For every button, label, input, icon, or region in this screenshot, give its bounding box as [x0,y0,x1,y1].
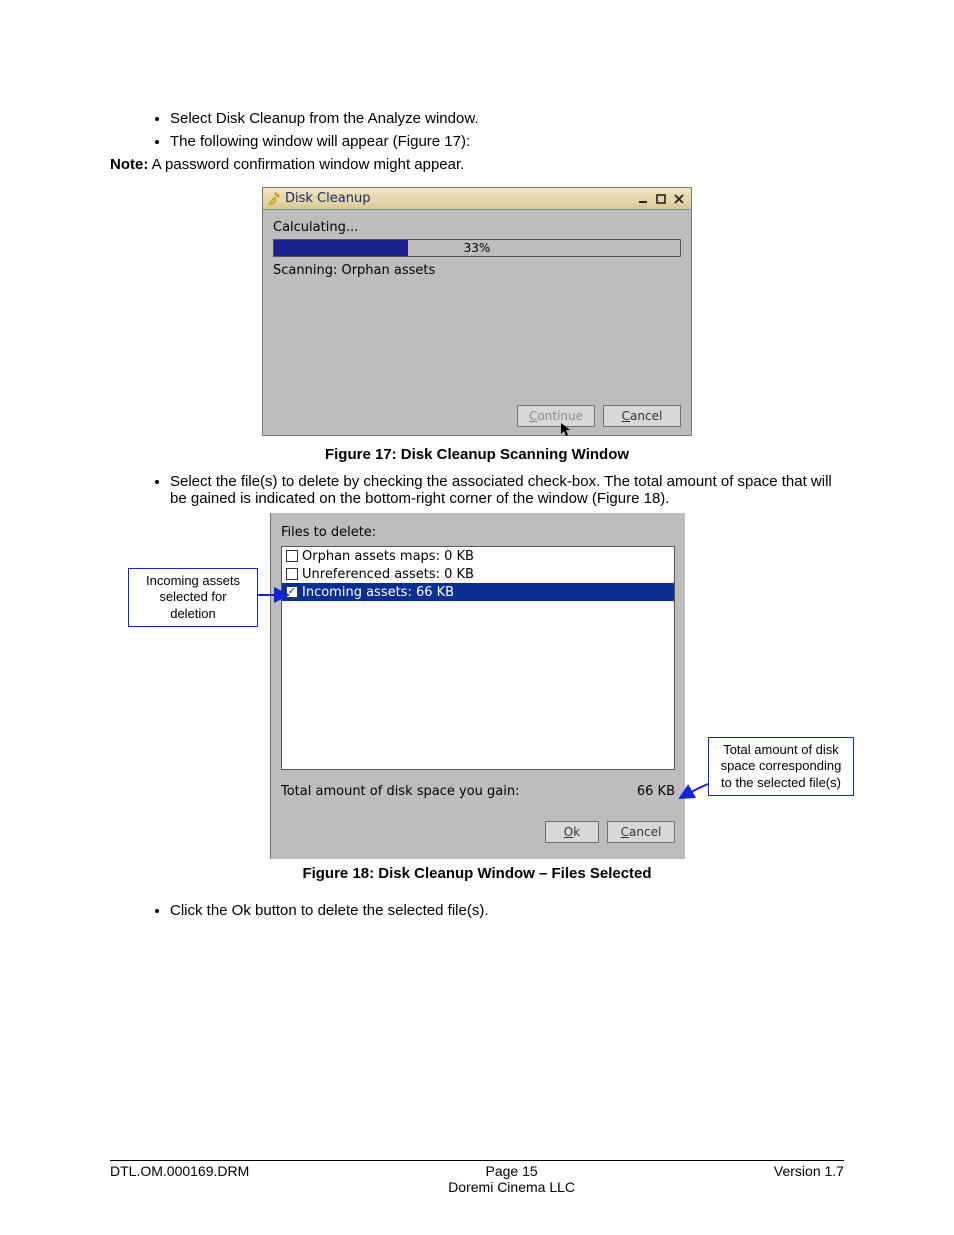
callout-arrow-right [676,784,712,808]
minimize-icon[interactable] [635,192,651,206]
callout-total-space: Total amount of disk space corresponding… [708,737,854,796]
cancel-mnemonic: C [621,825,629,839]
total-gain-label: Total amount of disk space you gain: [281,784,519,799]
disk-cleanup-scanning-window: Disk Cleanup Calculating... 33% Scannin [262,187,692,436]
ok-button[interactable]: Ok [545,821,599,843]
cancel-button[interactable]: Cancel [607,821,675,843]
note-label: Note: [110,156,148,173]
close-icon[interactable] [671,192,687,206]
progress-bar: 33% [273,239,681,257]
progress-percent-label: 33% [274,240,680,256]
footer-rule [110,1160,844,1161]
cursor-icon [561,423,571,437]
bullet-list-bottom: Click the Ok button to delete the select… [110,902,844,919]
file-row-label: Unreferenced assets: 0 KB [302,567,474,582]
file-row[interactable]: Orphan assets maps: 0 KB [282,547,674,565]
checkbox[interactable] [286,550,298,562]
figure17-caption: Figure 17: Disk Cleanup Scanning Window [110,446,844,463]
bullet-list-mid: Select the file(s) to delete by checking… [110,473,844,507]
calculating-label: Calculating... [273,220,681,235]
bullet-item: Select Disk Cleanup from the Analyze win… [170,110,844,127]
callout-incoming-assets: Incoming assets selected for deletion [128,568,258,627]
file-row-label: Incoming assets: 66 KB [302,585,454,600]
cancel-mnemonic: C [622,409,630,423]
checkbox[interactable] [286,568,298,580]
files-to-delete-label: Files to delete: [281,525,675,540]
bullet-item: Select the file(s) to delete by checking… [170,473,844,507]
figure18-caption: Figure 18: Disk Cleanup Window – Files S… [110,865,844,882]
ok-mnemonic: O [564,825,573,839]
scanning-status: Scanning: Orphan assets [273,263,681,278]
maximize-icon[interactable] [653,192,669,206]
bullet-item: Click the Ok button to delete the select… [170,902,844,919]
note-line: Note: A password confirmation window mig… [110,156,844,173]
file-row-selected[interactable]: ✓ Incoming assets: 66 KB [282,583,674,601]
callout-arrow-left [258,587,292,607]
bullet-list-top: Select Disk Cleanup from the Analyze win… [110,110,844,150]
total-gain-value: 66 KB [637,784,675,799]
footer-version: Version 1.7 [774,1163,844,1195]
footer-doc-id: DTL.OM.000169.DRM [110,1163,249,1195]
continue-mnemonic: C [529,409,537,423]
files-list[interactable]: Orphan assets maps: 0 KB Unreferenced as… [281,546,675,770]
continue-button[interactable]: Continue [517,405,595,427]
bullet-item: The following window will appear (Figure… [170,133,844,150]
page-footer: DTL.OM.000169.DRM Page 15 Doremi Cinema … [110,1163,844,1195]
titlebar: Disk Cleanup [263,188,691,210]
footer-company: Doremi Cinema LLC [448,1179,575,1195]
file-row-label: Orphan assets maps: 0 KB [302,549,474,564]
window-title: Disk Cleanup [285,191,370,206]
footer-page-number: Page 15 [448,1163,575,1179]
note-text: A password confirmation window might app… [148,156,464,173]
disk-cleanup-files-window: Files to delete: Orphan assets maps: 0 K… [270,513,685,859]
cancel-button[interactable]: Cancel [603,405,681,427]
broom-icon [267,192,281,206]
file-row[interactable]: Unreferenced assets: 0 KB [282,565,674,583]
